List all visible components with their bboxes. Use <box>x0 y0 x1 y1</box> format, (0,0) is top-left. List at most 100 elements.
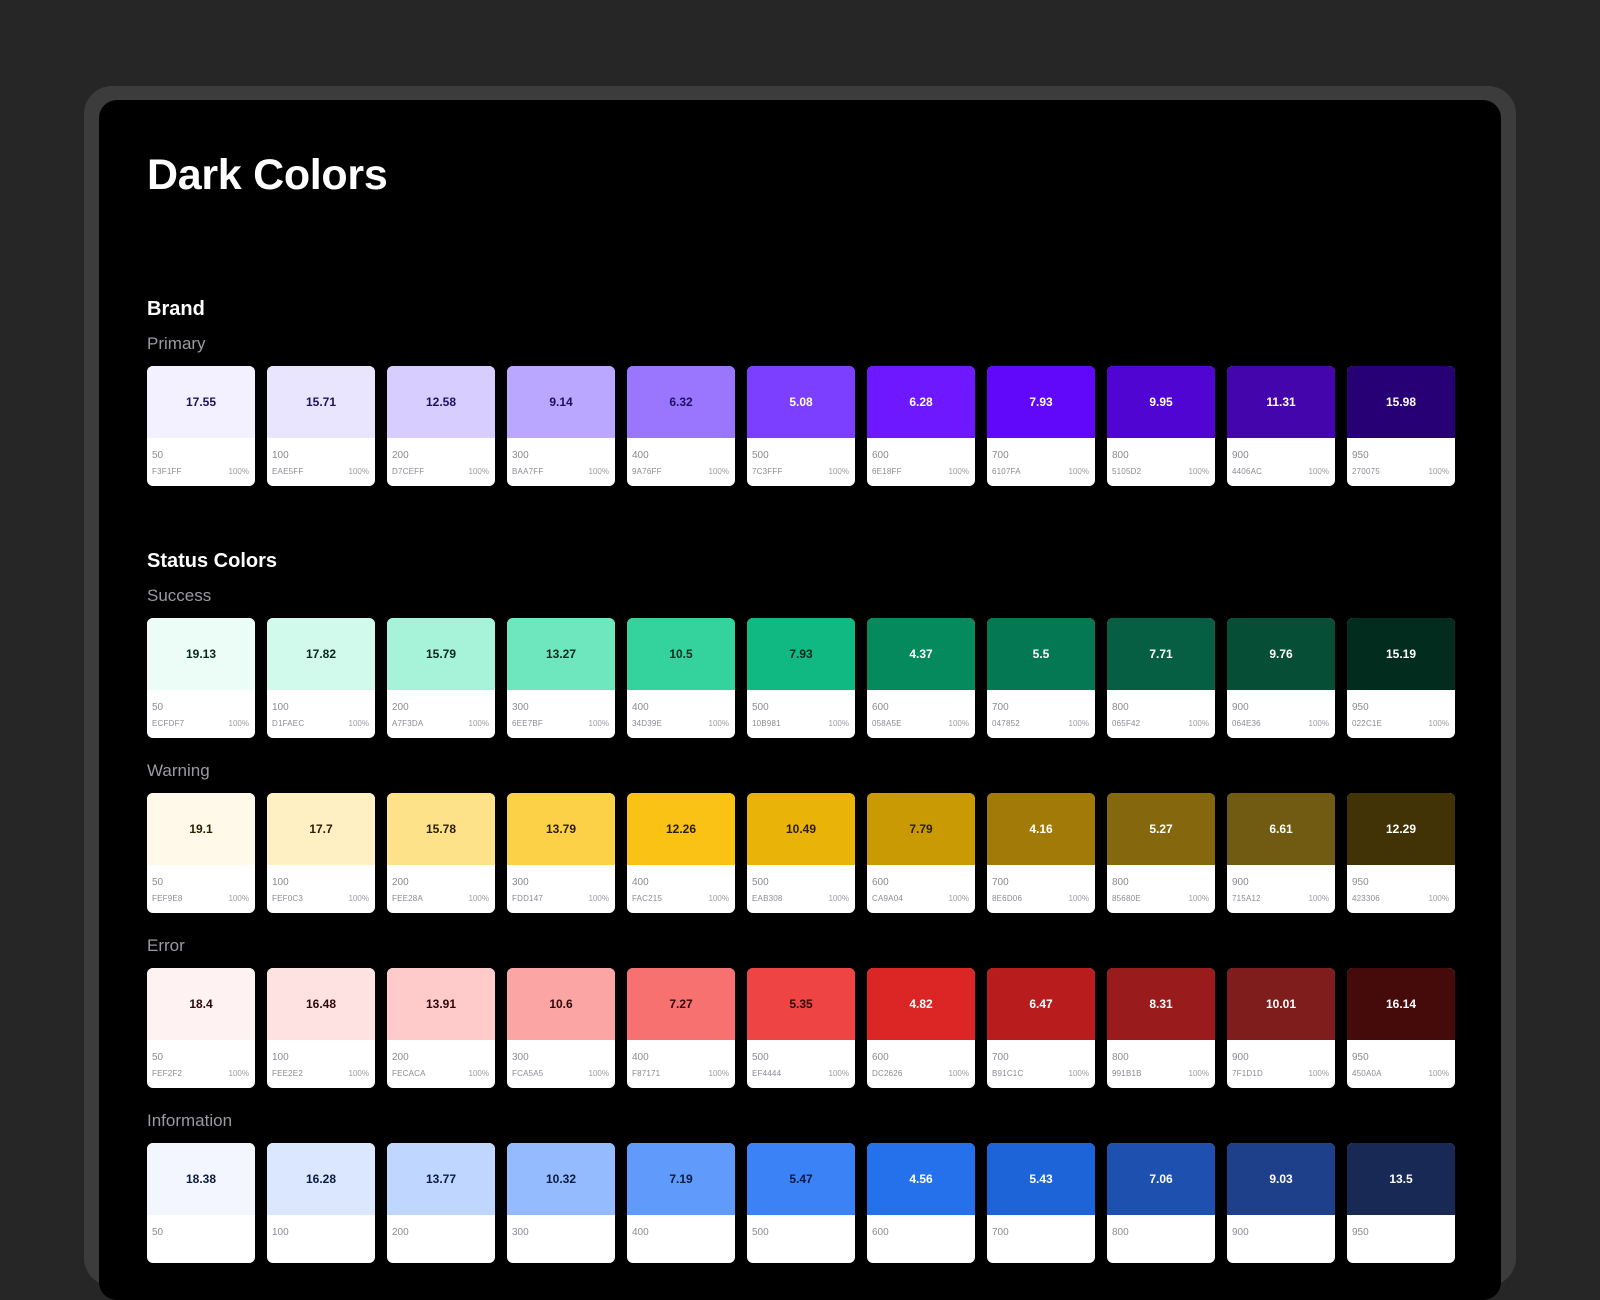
color-swatch[interactable]: 16.48 100 FEE2E2 100% <box>267 968 375 1088</box>
color-swatch[interactable]: 7.19 400 <box>627 1143 735 1263</box>
swatch-step: 800 <box>1112 450 1129 461</box>
color-swatch[interactable]: 7.93 700 6107FA 100% <box>987 366 1095 486</box>
color-swatch[interactable]: 12.26 400 FAC215 100% <box>627 793 735 913</box>
color-swatch[interactable]: 9.14 300 BAA7FF 100% <box>507 366 615 486</box>
swatch-hex: BAA7FF <box>512 467 544 476</box>
swatch-contrast-ratio: 19.13 <box>147 618 255 690</box>
color-swatch[interactable]: 7.27 400 F87171 100% <box>627 968 735 1088</box>
swatch-info: 600 DC2626 100% <box>867 1040 975 1088</box>
color-swatch[interactable]: 17.82 100 D1FAEC 100% <box>267 618 375 738</box>
color-swatch[interactable]: 4.16 700 8E6D06 100% <box>987 793 1095 913</box>
swatch-contrast-ratio: 13.5 <box>1347 1143 1455 1215</box>
swatch-contrast-ratio: 5.47 <box>747 1143 855 1215</box>
color-swatch[interactable]: 15.19 950 022C1E 100% <box>1347 618 1455 738</box>
color-swatch[interactable]: 16.14 950 450A0A 100% <box>1347 968 1455 1088</box>
color-swatch[interactable]: 7.93 500 10B981 100% <box>747 618 855 738</box>
swatch-opacity: 100% <box>1068 1069 1089 1078</box>
swatch-hex: FEF2F2 <box>152 1069 183 1078</box>
swatch-step: 700 <box>992 702 1009 713</box>
swatch-opacity: 100% <box>828 467 849 476</box>
color-swatch[interactable]: 5.08 500 7C3FFF 100% <box>747 366 855 486</box>
color-swatch[interactable]: 6.47 700 B91C1C 100% <box>987 968 1095 1088</box>
swatch-hex: FECACA <box>392 1069 426 1078</box>
color-swatch[interactable]: 18.4 50 FEF2F2 100% <box>147 968 255 1088</box>
swatch-step: 400 <box>632 1227 649 1238</box>
swatch-hex: 065F42 <box>1112 719 1141 728</box>
swatch-hex: 450A0A <box>1352 1069 1382 1078</box>
swatch-step: 400 <box>632 702 649 713</box>
color-swatch[interactable]: 18.38 50 <box>147 1143 255 1263</box>
swatch-info: 700 8E6D06 100% <box>987 865 1095 913</box>
swatch-opacity: 100% <box>468 467 489 476</box>
color-swatch[interactable]: 13.5 950 <box>1347 1143 1455 1263</box>
color-swatch[interactable]: 7.06 800 <box>1107 1143 1215 1263</box>
color-swatch[interactable]: 6.28 600 6E18FF 100% <box>867 366 975 486</box>
color-swatch[interactable]: 10.32 300 <box>507 1143 615 1263</box>
color-swatch[interactable]: 19.13 50 ECFDF7 100% <box>147 618 255 738</box>
color-swatch[interactable]: 15.71 100 EAE5FF 100% <box>267 366 375 486</box>
color-swatch[interactable]: 10.6 300 FCA5A5 100% <box>507 968 615 1088</box>
swatch-info: 950 423306 100% <box>1347 865 1455 913</box>
color-swatch[interactable]: 15.78 200 FEE28A 100% <box>387 793 495 913</box>
color-swatch[interactable]: 13.91 200 FECACA 100% <box>387 968 495 1088</box>
swatch-info: 50 ECFDF7 100% <box>147 690 255 738</box>
swatch-contrast-ratio: 11.31 <box>1227 366 1335 438</box>
swatch-opacity: 100% <box>708 719 729 728</box>
swatch-step: 50 <box>152 1052 164 1063</box>
color-swatch[interactable]: 17.55 50 F3F1FF 100% <box>147 366 255 486</box>
swatch-step: 900 <box>1232 1227 1249 1238</box>
swatch-info: 300 FDD147 100% <box>507 865 615 913</box>
color-swatch[interactable]: 13.79 300 FDD147 100% <box>507 793 615 913</box>
color-swatch[interactable]: 4.56 600 <box>867 1143 975 1263</box>
color-swatch[interactable]: 6.32 400 9A76FF 100% <box>627 366 735 486</box>
swatch-info: 700 047852 100% <box>987 690 1095 738</box>
swatch-step: 900 <box>1232 702 1249 713</box>
color-swatch[interactable]: 9.95 800 5105D2 100% <box>1107 366 1215 486</box>
swatch-info: 800 065F42 100% <box>1107 690 1215 738</box>
swatch-step: 700 <box>992 450 1009 461</box>
swatch-contrast-ratio: 18.38 <box>147 1143 255 1215</box>
color-swatch[interactable]: 7.71 800 065F42 100% <box>1107 618 1215 738</box>
swatch-contrast-ratio: 13.77 <box>387 1143 495 1215</box>
color-swatch[interactable]: 13.77 200 <box>387 1143 495 1263</box>
swatch-hex: 5105D2 <box>1112 467 1142 476</box>
swatch-info: 950 270075 100% <box>1347 438 1455 486</box>
swatch-opacity: 100% <box>588 467 609 476</box>
color-swatch[interactable]: 12.58 200 D7CEFF 100% <box>387 366 495 486</box>
swatch-hex: 047852 <box>992 719 1020 728</box>
color-swatch[interactable]: 15.98 950 270075 100% <box>1347 366 1455 486</box>
color-swatch[interactable]: 17.7 100 FEF0C3 100% <box>267 793 375 913</box>
color-swatch[interactable]: 10.01 900 7F1D1D 100% <box>1227 968 1335 1088</box>
color-swatch[interactable]: 4.37 600 058A5E 100% <box>867 618 975 738</box>
color-swatch[interactable]: 5.27 800 85680E 100% <box>1107 793 1215 913</box>
color-swatch[interactable]: 19.1 50 FEF9E8 100% <box>147 793 255 913</box>
swatch-info: 900 064E36 100% <box>1227 690 1335 738</box>
color-swatch[interactable]: 5.43 700 <box>987 1143 1095 1263</box>
color-swatch[interactable]: 8.31 800 991B1B 100% <box>1107 968 1215 1088</box>
color-swatch[interactable]: 5.47 500 <box>747 1143 855 1263</box>
swatch-opacity: 100% <box>1428 1069 1449 1078</box>
color-swatch[interactable]: 10.5 400 34D39E 100% <box>627 618 735 738</box>
swatch-info: 100 <box>267 1215 375 1263</box>
swatch-info: 200 FEE28A 100% <box>387 865 495 913</box>
color-swatch[interactable]: 16.28 100 <box>267 1143 375 1263</box>
color-swatch[interactable]: 10.49 500 EAB308 100% <box>747 793 855 913</box>
color-swatch[interactable]: 13.27 300 6EE7BF 100% <box>507 618 615 738</box>
color-swatch[interactable]: 9.03 900 <box>1227 1143 1335 1263</box>
color-swatch[interactable]: 7.79 600 CA9A04 100% <box>867 793 975 913</box>
swatch-step: 500 <box>752 1227 769 1238</box>
color-swatch[interactable]: 4.82 600 DC2626 100% <box>867 968 975 1088</box>
swatch-opacity: 100% <box>588 719 609 728</box>
swatch-opacity: 100% <box>348 719 369 728</box>
color-swatch[interactable]: 11.31 900 4406AC 100% <box>1227 366 1335 486</box>
swatch-info: 500 EF4444 100% <box>747 1040 855 1088</box>
swatch-step: 500 <box>752 702 769 713</box>
color-swatch[interactable]: 9.76 900 064E36 100% <box>1227 618 1335 738</box>
color-swatch[interactable]: 5.5 700 047852 100% <box>987 618 1095 738</box>
color-swatch[interactable]: 12.29 950 423306 100% <box>1347 793 1455 913</box>
swatch-info: 700 B91C1C 100% <box>987 1040 1095 1088</box>
color-swatch[interactable]: 6.61 900 715A12 100% <box>1227 793 1335 913</box>
color-swatch[interactable]: 15.79 200 A7F3DA 100% <box>387 618 495 738</box>
swatch-info: 500 7C3FFF 100% <box>747 438 855 486</box>
color-swatch[interactable]: 5.35 500 EF4444 100% <box>747 968 855 1088</box>
